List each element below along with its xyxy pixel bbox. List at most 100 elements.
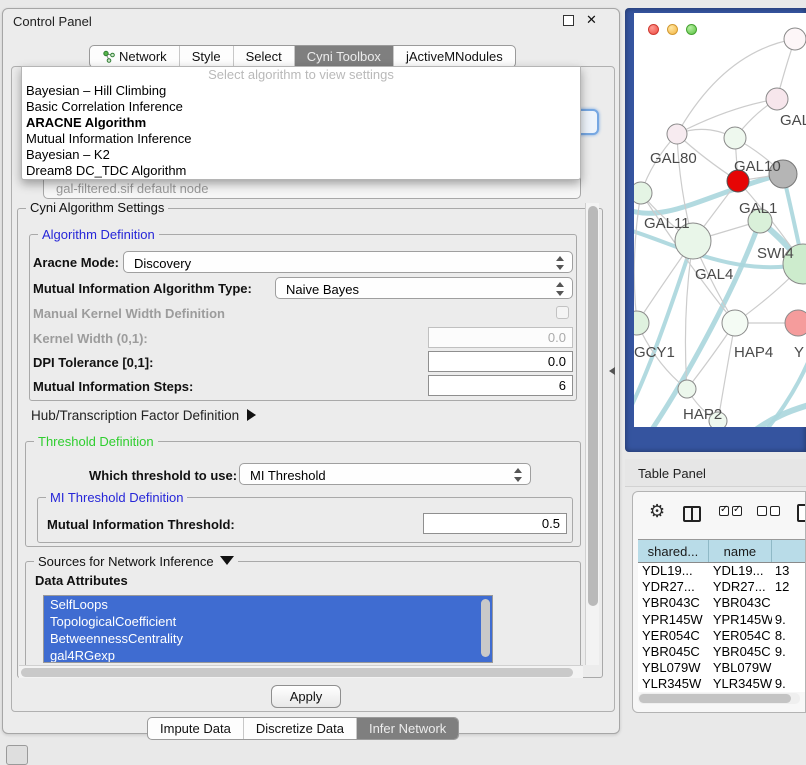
- node-label: GAL4: [695, 266, 733, 283]
- column-header-partial[interactable]: [772, 540, 806, 562]
- tab-jactivemnodules[interactable]: jActiveMNodules: [394, 46, 515, 67]
- tab-impute-data[interactable]: Impute Data: [148, 718, 244, 739]
- scrollbar-thumb[interactable]: [588, 206, 598, 606]
- table-row[interactable]: YBR043CYBR043C: [638, 595, 806, 611]
- aracne-mode-label: Aracne Mode:: [33, 255, 119, 270]
- document-icon[interactable]: [797, 504, 806, 522]
- settings-group-title: Cyni Algorithm Settings: [26, 200, 168, 215]
- which-threshold-combobox[interactable]: MI Threshold: [239, 463, 531, 485]
- tab-cyni-toolbox[interactable]: Cyni Toolbox: [295, 46, 394, 67]
- column-header-shared-name[interactable]: shared...: [638, 540, 709, 562]
- tab-style[interactable]: Style: [180, 46, 234, 67]
- network-canvas[interactable]: GAL7 GAL80 GAL10 GAL1 GAL11 SWI4 GAL4 GC…: [634, 13, 806, 427]
- attribute-item-selected[interactable]: gal4RGexp: [44, 647, 492, 663]
- node-label: GAL10: [734, 158, 781, 175]
- deselect-all-rows-icon[interactable]: [757, 506, 780, 516]
- data-attributes-list[interactable]: SelfLoops TopologicalCoefficient Between…: [43, 595, 493, 663]
- network-node-gal7[interactable]: [766, 88, 788, 110]
- apply-button[interactable]: Apply: [271, 685, 341, 708]
- control-panel-window: Control Panel ✕ Network Style Select Cyn…: [2, 8, 620, 734]
- network-node-salmon[interactable]: [785, 310, 806, 336]
- algorithm-option[interactable]: Bayesian – Hill Climbing: [22, 83, 580, 99]
- table-panel: ⚙ shared... name YDL19...YDL19...13 YDR2…: [632, 491, 806, 713]
- algorithm-option-selected[interactable]: ARACNE Algorithm: [22, 115, 580, 131]
- hub-definition-label: Hub/Transcription Factor Definition: [31, 408, 239, 423]
- bottom-tabbar: Impute Data Discretize Data Infer Networ…: [147, 717, 459, 740]
- network-tab-icon: [102, 50, 115, 66]
- table-row[interactable]: YDL19...YDL19...13: [638, 563, 806, 579]
- checked-box-icon: [732, 506, 742, 516]
- mi-type-combobox[interactable]: Naive Bayes: [275, 277, 573, 299]
- cell: YPR145W: [709, 612, 772, 628]
- scrollbar-thumb[interactable]: [21, 668, 573, 677]
- tab-select[interactable]: Select: [234, 46, 295, 67]
- tab-style-label: Style: [192, 49, 221, 64]
- settings-vertical-scrollbar[interactable]: [585, 203, 599, 665]
- unchecked-box-icon: [770, 506, 780, 516]
- tab-infer-label: Infer Network: [369, 721, 446, 736]
- tab-infer-network[interactable]: Infer Network: [357, 718, 458, 739]
- node-label: GCY1: [634, 344, 675, 361]
- table-row[interactable]: YER054CYER054C8.: [638, 628, 806, 644]
- attribute-item-selected[interactable]: TopologicalCoefficient: [44, 613, 492, 630]
- manual-kernel-checkbox[interactable]: [556, 306, 569, 319]
- network-node-gal80[interactable]: [667, 124, 687, 144]
- network-node-partial-top[interactable]: [784, 28, 806, 50]
- algorithm-option[interactable]: Dream8 DC_TDC Algorithm: [22, 163, 580, 179]
- select-all-rows-icon[interactable]: [719, 506, 742, 516]
- network-node-hap2[interactable]: [678, 380, 696, 398]
- network-node-hap4[interactable]: [722, 310, 748, 336]
- close-icon[interactable]: ✕: [586, 12, 597, 28]
- node-attribute-table[interactable]: shared... name YDL19...YDL19...13 YDR27.…: [638, 539, 806, 692]
- cell: YER054C: [638, 628, 709, 644]
- table-horizontal-scrollbar[interactable]: [638, 693, 800, 704]
- tab-jactivemnodules-label: jActiveMNodules: [406, 49, 503, 64]
- control-panel-titlebar[interactable]: Control Panel ✕: [3, 9, 619, 33]
- mi-threshold-label: Mutual Information Threshold:: [47, 517, 235, 532]
- tab-impute-label: Impute Data: [160, 721, 231, 736]
- kernel-width-field[interactable]: [428, 327, 573, 348]
- network-node-gal10[interactable]: [724, 127, 746, 149]
- dpi-tolerance-label: DPI Tolerance [0,1]:: [33, 355, 153, 370]
- attribute-item-selected[interactable]: SelfLoops: [44, 596, 492, 613]
- threshold-definition-title: Threshold Definition: [34, 434, 158, 449]
- float-window-icon[interactable]: [563, 15, 574, 26]
- table-row[interactable]: YDR27...YDR27...12: [638, 579, 806, 595]
- column-header-name[interactable]: name: [709, 540, 772, 562]
- table-row[interactable]: YPR145WYPR145W9.: [638, 612, 806, 628]
- settings-horizontal-scrollbar[interactable]: [19, 665, 583, 678]
- mi-steps-field[interactable]: [428, 375, 573, 396]
- cell: YBR043C: [709, 595, 772, 611]
- attribute-list-scrollbar[interactable]: [481, 599, 490, 657]
- algorithm-option[interactable]: Mutual Information Inference: [22, 131, 580, 147]
- cell: 9.: [772, 676, 806, 692]
- gear-icon[interactable]: ⚙: [649, 501, 665, 522]
- control-panel-title: Control Panel: [13, 14, 92, 29]
- split-columns-icon[interactable]: [683, 506, 701, 522]
- spinner-arrows-icon: [556, 282, 565, 296]
- dpi-tolerance-field[interactable]: [428, 351, 573, 372]
- cell: YDR27...: [638, 579, 709, 595]
- tab-discretize-data[interactable]: Discretize Data: [244, 718, 357, 739]
- network-node-gcy1[interactable]: [634, 311, 649, 335]
- attribute-item-selected[interactable]: BetweennessCentrality: [44, 630, 492, 647]
- table-row[interactable]: YBR045CYBR045C9.: [638, 644, 806, 660]
- checked-box-icon: [719, 506, 729, 516]
- table-row[interactable]: YLR345WYLR345W9.: [638, 676, 806, 692]
- sources-group-title[interactable]: Sources for Network Inference: [34, 554, 238, 569]
- scrollbar-thumb[interactable]: [639, 694, 791, 703]
- panel-splitter-arrow-icon[interactable]: [609, 367, 615, 375]
- network-node-gal11[interactable]: [634, 182, 652, 204]
- algorithm-option[interactable]: Basic Correlation Inference: [22, 99, 580, 115]
- mi-threshold-field[interactable]: [423, 513, 567, 534]
- algorithm-option[interactable]: Bayesian – K2: [22, 147, 580, 163]
- cell: YDR27...: [709, 579, 772, 595]
- hub-definition-toggle[interactable]: Hub/Transcription Factor Definition: [31, 408, 256, 423]
- table-row[interactable]: YBL079WYBL079W: [638, 660, 806, 676]
- tab-network[interactable]: Network: [90, 46, 180, 67]
- control-panel-tabbar: Network Style Select Cyni Toolbox jActiv…: [89, 45, 516, 68]
- cell: YLR345W: [709, 676, 772, 692]
- table-panel-titlebar[interactable]: Table Panel: [625, 459, 806, 487]
- aracne-mode-combobox[interactable]: Discovery: [123, 251, 573, 273]
- bottom-corner-partial-icon[interactable]: [6, 745, 28, 765]
